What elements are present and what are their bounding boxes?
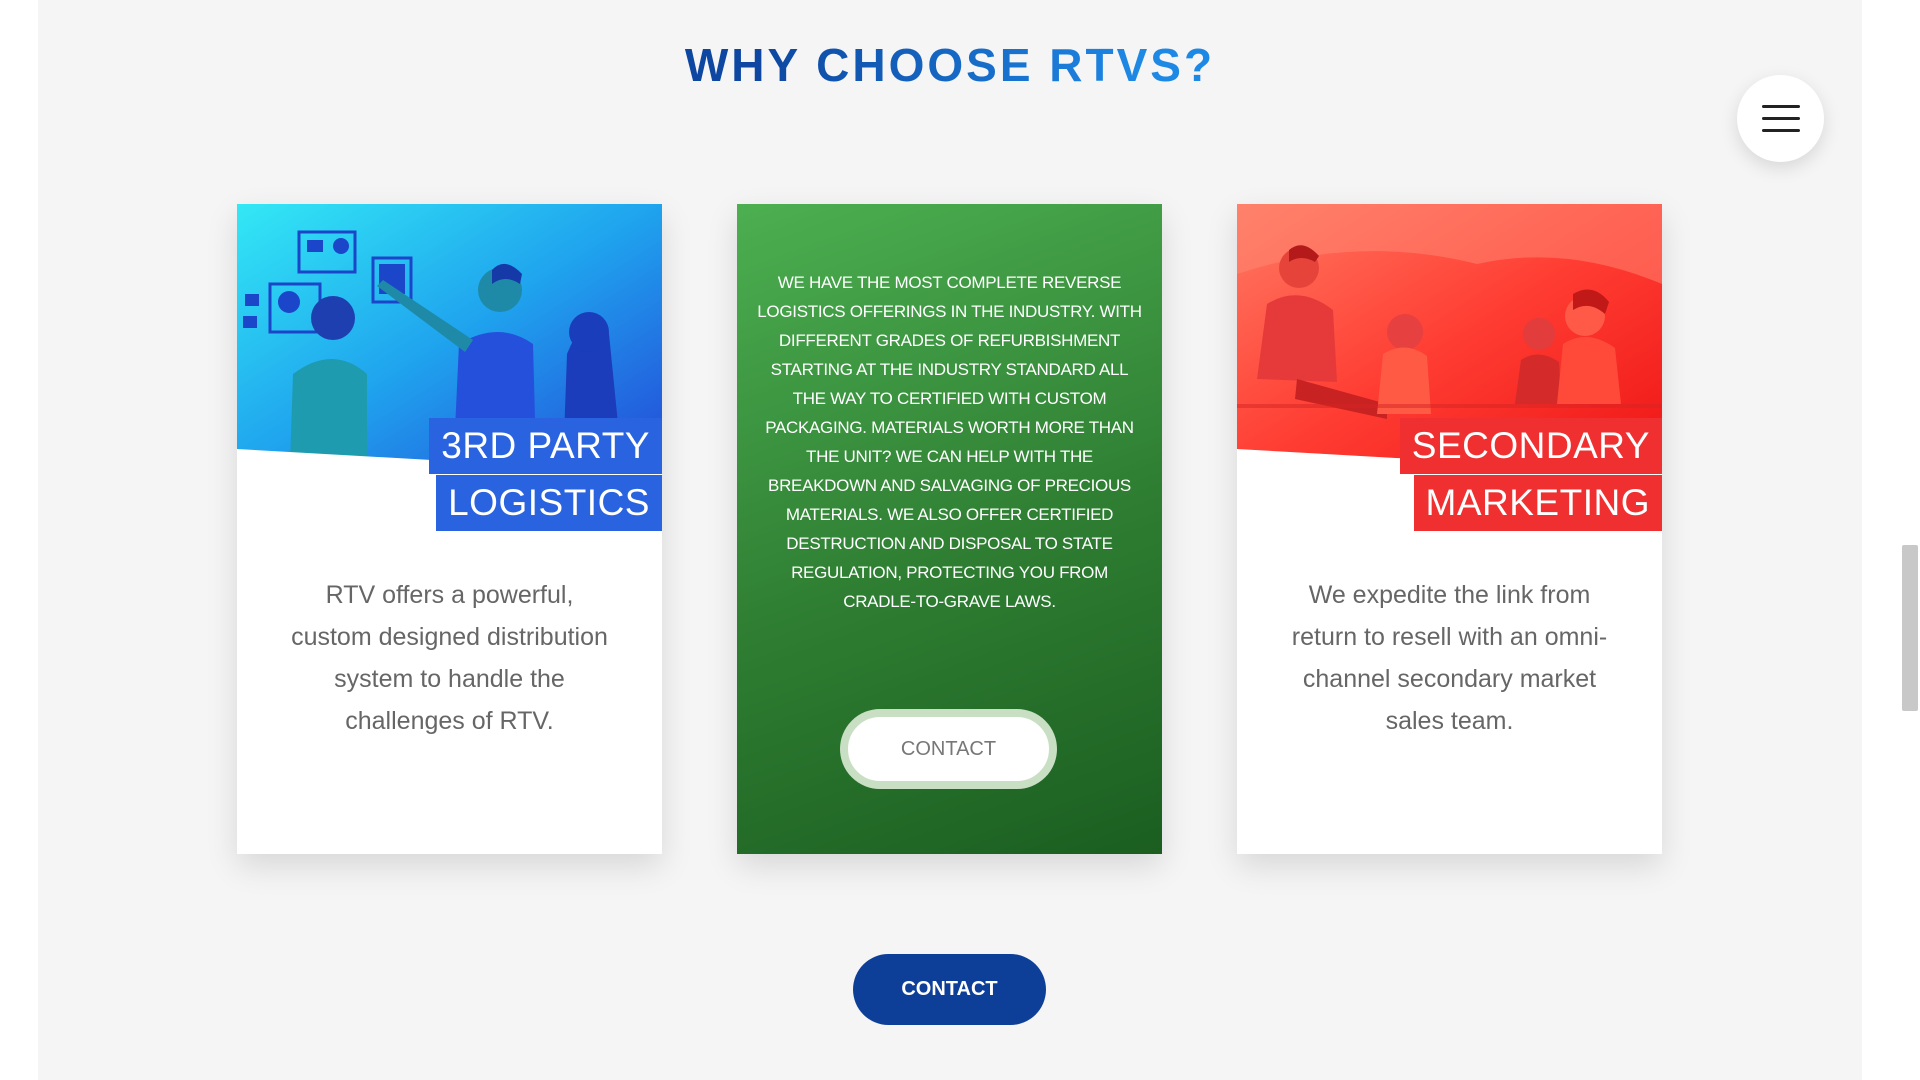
scrollbar-thumb[interactable] (1902, 545, 1918, 711)
hamburger-menu-icon (1761, 105, 1800, 108)
card-contact-button[interactable]: CONTACT (840, 709, 1057, 789)
section-title: WHY CHOOSE RTVS? (0, 38, 1900, 92)
card-tag-line2: LOGISTICS (436, 475, 662, 531)
card-secondary-marketing: SECONDARY MARKETING We expedite the link… (1237, 204, 1662, 854)
scrollbar-track[interactable] (1898, 0, 1920, 1080)
contact-button[interactable]: CONTACT (853, 954, 1046, 1025)
menu-button[interactable] (1737, 75, 1824, 162)
card-3rd-party-logistics: 3RD PARTY LOGISTICS RTV offers a powerfu… (237, 204, 662, 854)
card-tag-line1: SECONDARY (1399, 418, 1662, 474)
card-tag-line2: MARKETING (1413, 475, 1662, 531)
card-description: RTV offers a powerful, custom designed d… (291, 581, 608, 735)
card-description: We expedite the link from return to rese… (1291, 581, 1608, 735)
card-reverse-logistics: WE HAVE THE MOST COMPLETE REVERSE LOGIST… (737, 204, 1162, 854)
card-description: WE HAVE THE MOST COMPLETE REVERSE LOGIST… (757, 273, 1142, 611)
card-tag-line1: 3RD PARTY (429, 418, 662, 474)
